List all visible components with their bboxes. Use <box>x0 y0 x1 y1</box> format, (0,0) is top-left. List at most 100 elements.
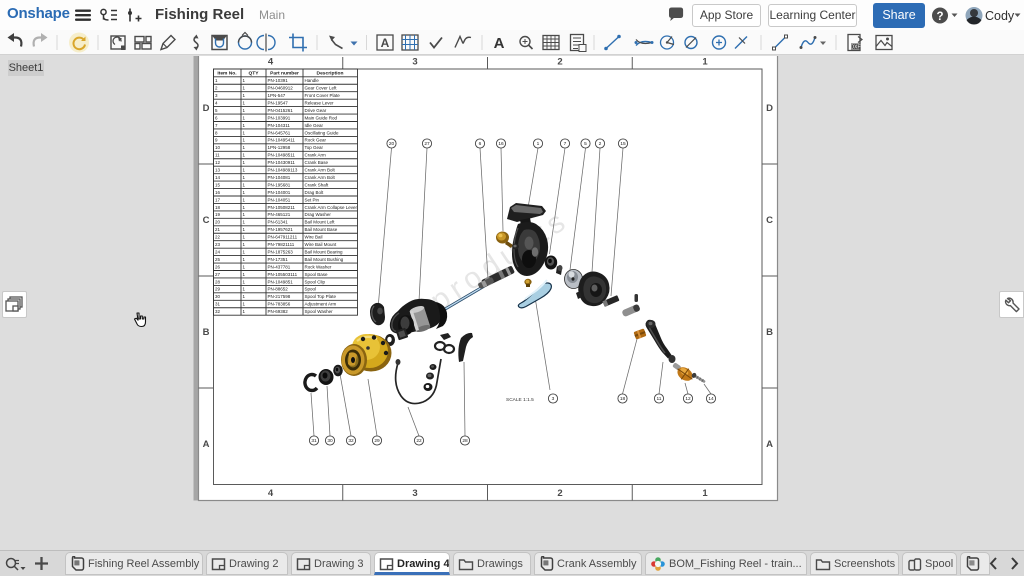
svg-text:28: 28 <box>462 438 468 444</box>
svg-text:26: 26 <box>215 264 221 269</box>
svg-text:A: A <box>381 36 390 50</box>
svg-text:11: 11 <box>657 396 662 402</box>
svg-text:13: 13 <box>215 168 221 173</box>
svg-text:31: 31 <box>311 438 317 444</box>
svg-text:Description: Description <box>317 71 344 77</box>
svg-text:PN-19547: PN-19547 <box>268 100 289 105</box>
svg-text:Crank Arm Bolt: Crank Arm Bolt <box>305 175 336 180</box>
svg-text:Rock Gear: Rock Gear <box>305 138 327 143</box>
svg-text:PN-69382: PN-69382 <box>268 309 289 314</box>
svg-text:Spool Top Plate: Spool Top Plate <box>305 294 337 299</box>
svg-text:PN-10495411: PN-10495411 <box>268 138 296 143</box>
svg-text:A: A <box>203 439 210 450</box>
svg-text:30: 30 <box>215 294 221 299</box>
svg-text:Bail Mount Bushing: Bail Mount Bushing <box>305 257 344 262</box>
svg-text:3: 3 <box>412 57 417 68</box>
svg-text:B: B <box>203 327 210 338</box>
svg-text:12: 12 <box>685 396 691 402</box>
svg-text:PN-195681: PN-195681 <box>268 182 291 187</box>
svg-text:Main Guide Rod: Main Guide Rod <box>305 115 338 120</box>
svg-text:Crank Arm Bolt: Crank Arm Bolt <box>305 168 336 173</box>
svg-text:4: 4 <box>268 57 274 68</box>
svg-text:15: 15 <box>215 182 221 187</box>
svg-text:1PN-547: 1PN-547 <box>268 93 286 98</box>
svg-text:Spool Base: Spool Base <box>305 272 329 277</box>
svg-text:24: 24 <box>215 249 221 254</box>
svg-text:Wire Bail: Wire Bail <box>305 235 323 240</box>
svg-text:?: ? <box>936 11 943 23</box>
svg-text:Bail Mount Base: Bail Mount Base <box>305 227 338 232</box>
svg-text:Rock Washer: Rock Washer <box>305 264 332 269</box>
svg-text:D: D <box>203 103 210 114</box>
svg-text:PN-1875263: PN-1875263 <box>268 249 294 254</box>
svg-text:PN-104989113: PN-104989113 <box>268 168 298 173</box>
svg-text:23: 23 <box>215 242 221 247</box>
svg-text:16: 16 <box>498 141 504 147</box>
svg-text:7: 7 <box>564 141 567 147</box>
svg-text:PN-10430911: PN-10430911 <box>268 160 296 165</box>
svg-text:PN-783856: PN-783856 <box>268 302 291 307</box>
svg-text:Spool: Spool <box>305 287 317 292</box>
svg-text:4: 4 <box>268 488 274 499</box>
svg-text:Gear Cover Left: Gear Cover Left <box>305 86 338 91</box>
svg-text:PN-217598: PN-217598 <box>268 294 291 299</box>
svg-text:PN-104051: PN-104051 <box>268 197 291 202</box>
svg-text:PN-105503111: PN-105503111 <box>268 272 298 277</box>
svg-text:29: 29 <box>215 287 221 292</box>
svg-text:14: 14 <box>215 175 221 180</box>
svg-text:DXF: DXF <box>851 45 861 51</box>
svg-text:Crank Shaft: Crank Shaft <box>305 182 330 187</box>
svg-text:5: 5 <box>584 141 587 147</box>
svg-text:PN-0415261: PN-0415261 <box>268 108 294 113</box>
svg-text:32: 32 <box>215 309 221 314</box>
svg-text:PN-104311: PN-104311 <box>268 123 291 128</box>
svg-text:22: 22 <box>416 438 422 444</box>
svg-text:D: D <box>766 103 773 114</box>
svg-text:32: 32 <box>348 438 354 444</box>
svg-text:Drive Gear: Drive Gear <box>305 108 327 113</box>
svg-text:2: 2 <box>557 488 562 499</box>
svg-text:1PN-12958: 1PN-12958 <box>268 145 291 150</box>
svg-text:PN-10508211: PN-10508211 <box>268 205 296 210</box>
svg-text:14: 14 <box>708 396 714 402</box>
svg-text:PN-1957621: PN-1957621 <box>268 227 294 232</box>
svg-text:21: 21 <box>215 227 221 232</box>
svg-text:Item No.: Item No. <box>217 71 237 77</box>
svg-text:Top Gear: Top Gear <box>305 145 324 150</box>
svg-text:18: 18 <box>215 205 221 210</box>
svg-text:19: 19 <box>215 212 221 217</box>
svg-text:Release Lever: Release Lever <box>305 100 335 105</box>
svg-text:Spool Washer: Spool Washer <box>305 309 334 314</box>
svg-text:PN-104001: PN-104001 <box>268 190 291 195</box>
svg-text:Drag Washer: Drag Washer <box>305 212 332 217</box>
svg-text:B: B <box>766 327 773 338</box>
svg-text:3: 3 <box>552 396 555 402</box>
svg-text:PN-104081: PN-104081 <box>268 175 291 180</box>
svg-text:PN-79821111: PN-79821111 <box>268 242 295 247</box>
svg-text:16: 16 <box>215 190 221 195</box>
svg-text:SCALE 1:1.5: SCALE 1:1.5 <box>506 397 534 403</box>
svg-text:Idle Gear: Idle Gear <box>305 123 324 128</box>
svg-text:3: 3 <box>412 488 417 499</box>
svg-text:PN-647911211: PN-647911211 <box>268 235 298 240</box>
svg-text:Handle: Handle <box>305 78 320 83</box>
svg-text:PN-437781: PN-437781 <box>268 264 291 269</box>
svg-text:1: 1 <box>537 141 540 147</box>
svg-text:20: 20 <box>389 141 395 147</box>
svg-text:PN-17351: PN-17351 <box>268 257 289 262</box>
svg-text:17: 17 <box>215 197 221 202</box>
svg-text:18: 18 <box>620 396 626 402</box>
svg-text:27: 27 <box>215 272 221 277</box>
svg-text:Drag Bolt: Drag Bolt <box>305 190 325 195</box>
svg-text:2: 2 <box>599 141 602 147</box>
svg-text:Spool Clip: Spool Clip <box>305 279 326 284</box>
svg-text:27: 27 <box>424 141 430 147</box>
svg-text:Crank Base: Crank Base <box>305 160 329 165</box>
svg-text:Front Cover Plate: Front Cover Plate <box>305 93 341 98</box>
svg-text:PN-645761: PN-645761 <box>268 130 291 135</box>
svg-text:11: 11 <box>215 153 220 158</box>
svg-text:28: 28 <box>215 279 221 284</box>
svg-text:22: 22 <box>215 235 221 240</box>
svg-text:Crank Arm Collapse Lever: Crank Arm Collapse Lever <box>305 205 358 210</box>
svg-text:Part number: Part number <box>270 71 299 77</box>
